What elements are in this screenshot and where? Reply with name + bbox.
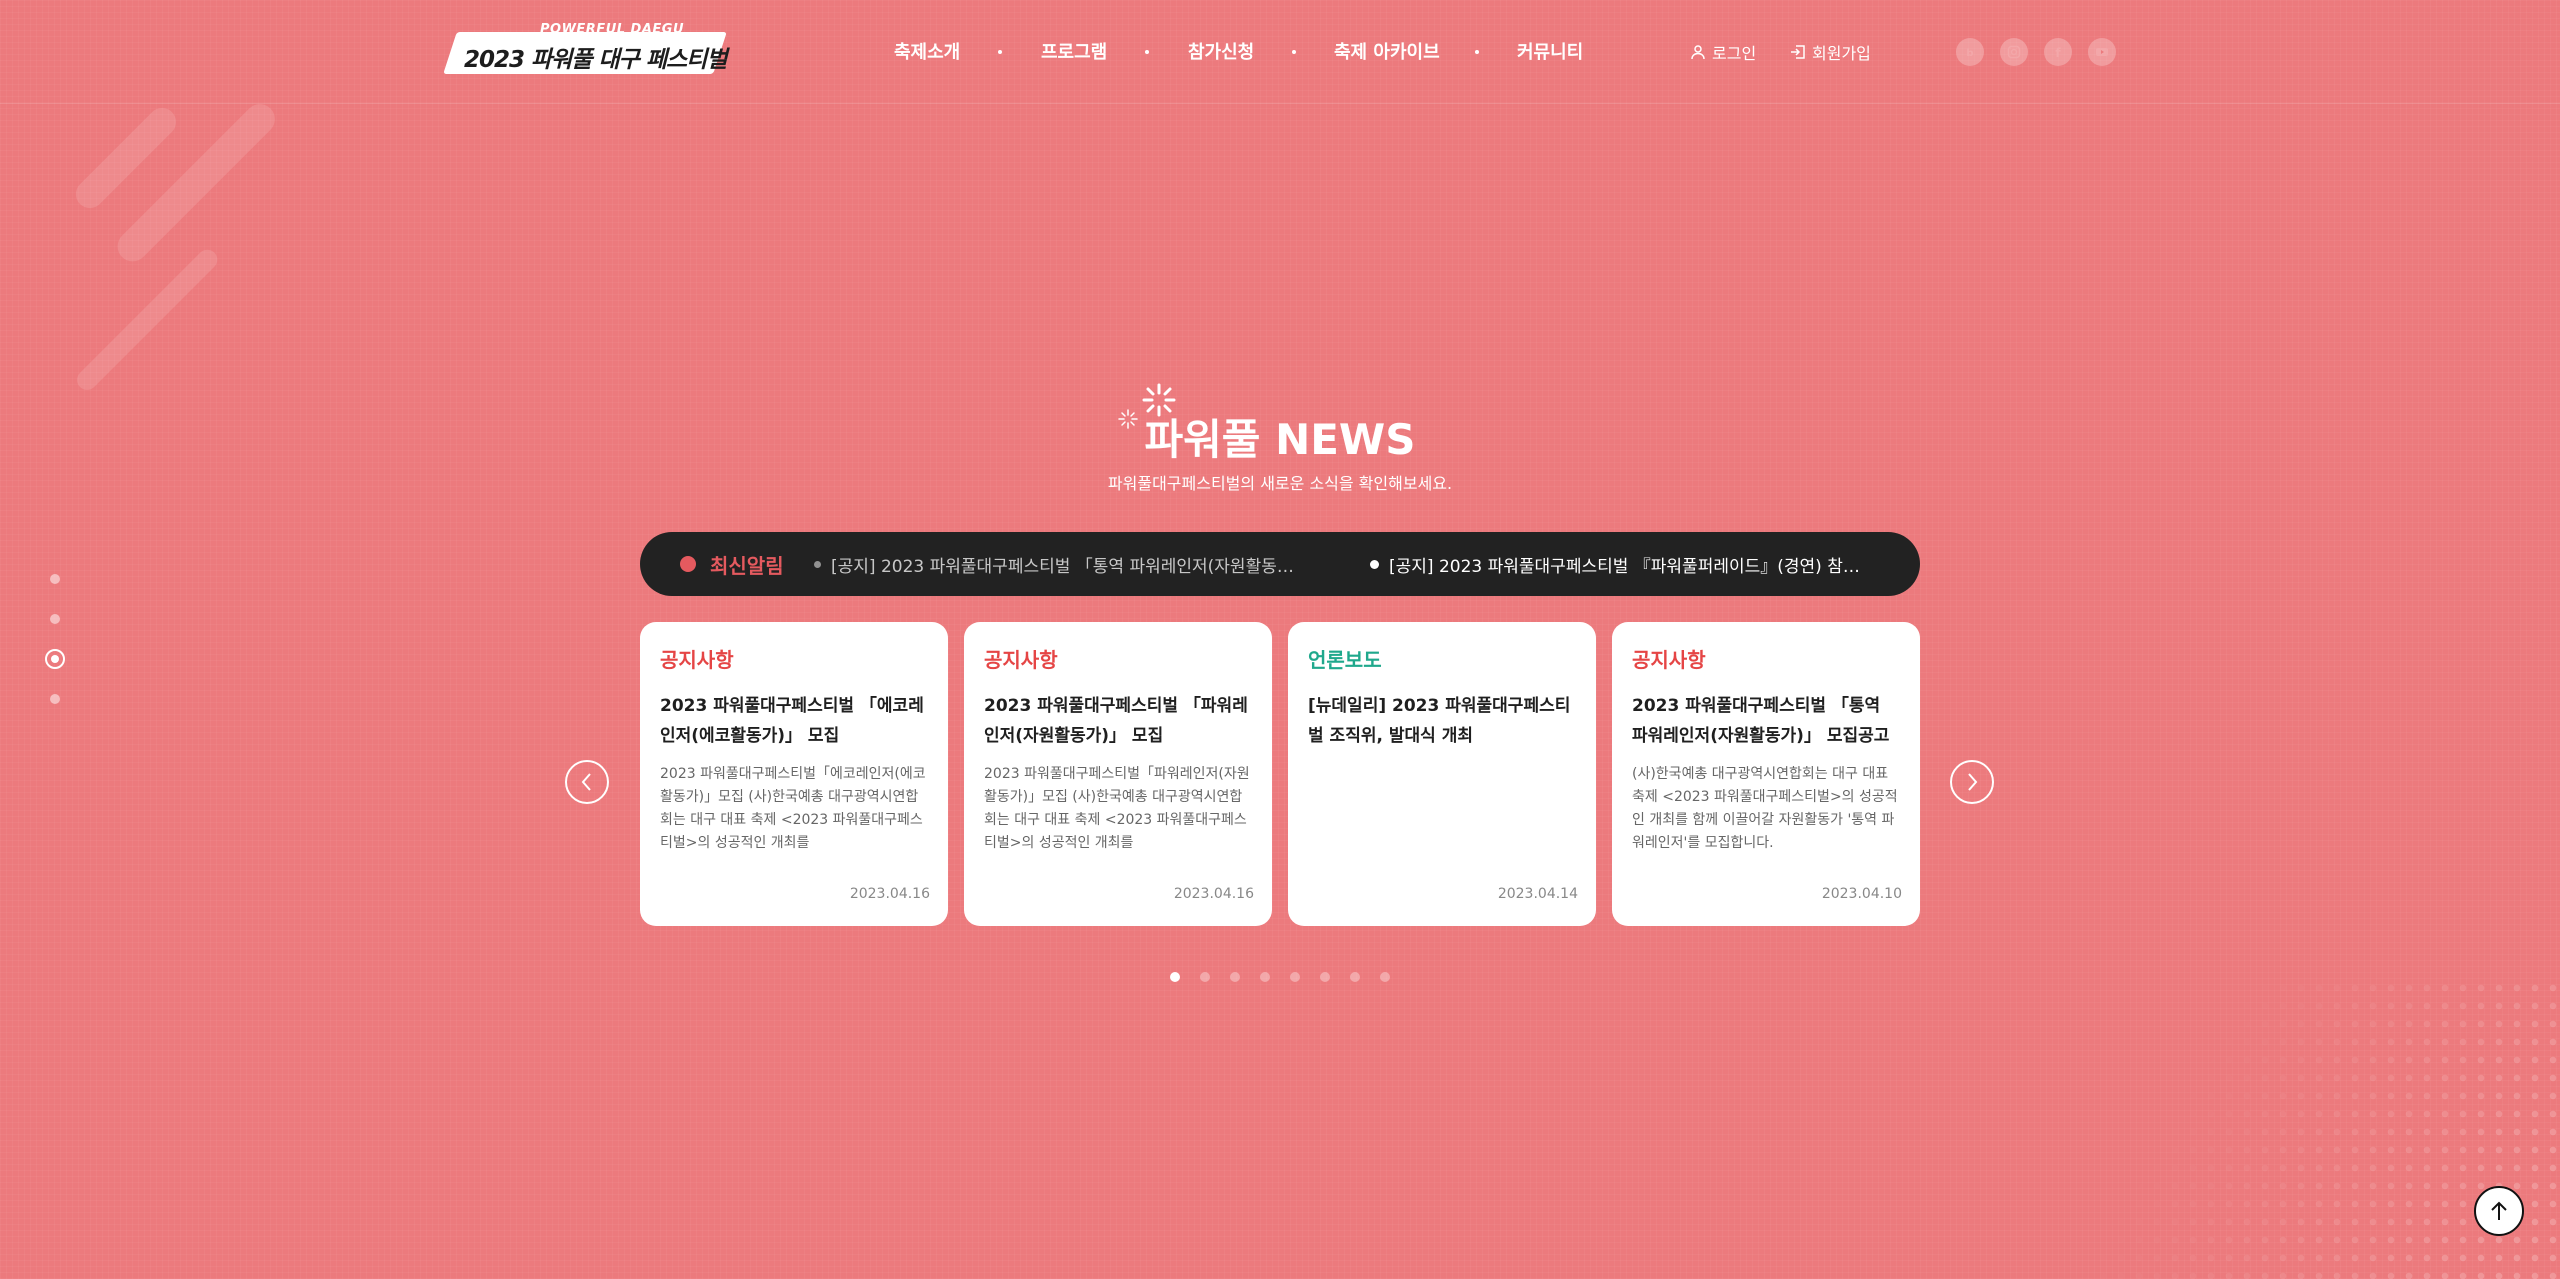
section-title-light: 파워풀 xyxy=(1144,415,1276,464)
nav-separator xyxy=(1292,50,1296,54)
section-nav-dot[interactable] xyxy=(50,614,60,624)
section-nav-dot[interactable] xyxy=(50,694,60,704)
section-subtitle: 파워풀대구페스티벌의 새로운 소식을 확인해보세요. xyxy=(1107,474,1453,493)
ticker-item-text: [공지] 2023 파워풀대구페스티벌 『파워풀퍼레이드』(경연) 참가팀 추가… xyxy=(1389,557,1870,577)
news-card-date: 2023.04.16 xyxy=(1173,886,1254,902)
latest-news-ticker: 최신알림 [공지] 2023 파워풀대구페스티벌 「통역 파워레인저(자원활동가… xyxy=(640,532,1920,596)
site-header: POWERFUL DAEGU FESTIVAL 2023 파워풀 대구 페스티벌… xyxy=(0,0,2560,104)
decorative-slash xyxy=(111,97,282,268)
news-card-category: 공지사항 xyxy=(660,648,734,672)
prev-slide-button[interactable] xyxy=(565,760,609,804)
ticker-item[interactable]: [공지] 2023 파워풀대구페스티벌 『파워풀퍼레이드』(경연) 참가팀 추가… xyxy=(1370,552,1870,577)
logo-title: 2023 파워풀 대구 페스티벌 xyxy=(464,47,727,73)
news-card[interactable]: 언론보도 [뉴데일리] 2023 파워풀대구페스티벌 조직위, 발대식 개최 2… xyxy=(1288,622,1596,926)
news-card-description: 2023 파워풀대구페스티벌「에코레인저(에코활동가)」모집 (사)한국예총 대… xyxy=(660,766,926,851)
instagram-link[interactable] xyxy=(2000,38,2028,66)
blog-link[interactable]: b xyxy=(1956,38,1984,66)
slide-pagination-dot[interactable] xyxy=(1380,972,1390,982)
facebook-link[interactable]: f xyxy=(2044,38,2072,66)
facebook-icon: f xyxy=(2055,46,2061,59)
blog-icon: b xyxy=(1966,48,1973,59)
nav-separator xyxy=(1475,50,1479,54)
instagram-icon xyxy=(2007,45,2021,59)
nav-separator xyxy=(998,50,1002,54)
news-card-date: 2023.04.16 xyxy=(849,886,930,902)
nav-separator xyxy=(1145,50,1149,54)
scroll-to-top-button[interactable] xyxy=(2474,1186,2524,1236)
chevron-right-icon xyxy=(1968,773,1978,791)
nav-item-apply[interactable]: 참가신청 xyxy=(1188,38,1254,64)
slide-pagination-dot[interactable] xyxy=(1350,972,1360,982)
news-card-title: [뉴데일리] 2023 파워풀대구페스티벌 조직위, 발대식 개최 xyxy=(1308,696,1571,746)
slide-pagination-dot[interactable] xyxy=(1230,972,1240,982)
youtube-link[interactable] xyxy=(2088,38,2116,66)
section-nav-dot-active[interactable] xyxy=(45,649,65,669)
slide-pagination-dot[interactable] xyxy=(1200,972,1210,982)
news-card-category: 공지사항 xyxy=(1632,648,1706,672)
login-label: 로그인 xyxy=(1712,44,1757,63)
signup-icon xyxy=(1791,45,1805,59)
slide-pagination-dot[interactable] xyxy=(1320,972,1330,982)
section-nav-dot[interactable] xyxy=(50,574,60,584)
decorative-dot-field xyxy=(2040,979,2560,1279)
news-card-date: 2023.04.10 xyxy=(1821,886,1902,902)
news-card[interactable]: 공지사항 2023 파워풀대구페스티벌 「에코레인저(에코활동가)」 모집 20… xyxy=(640,622,948,926)
svg-text:f: f xyxy=(2055,46,2061,59)
youtube-icon xyxy=(2096,48,2108,56)
news-card-title: 2023 파워풀대구페스티벌 「통역 파워레인저(자원활동가)」 모집공고 xyxy=(1632,696,1890,746)
news-card-category: 언론보도 xyxy=(1308,648,1382,672)
news-card-description xyxy=(1308,763,1576,855)
ticker-label: 최신알림 xyxy=(710,554,784,578)
section-title-bold: NEWS xyxy=(1275,415,1416,464)
section-title: 파워풀 NEWS xyxy=(0,406,2560,467)
arrow-up-icon xyxy=(2491,1201,2507,1220)
bullet-icon xyxy=(814,561,821,568)
news-card-title: 2023 파워풀대구페스티벌 「파워레인저(자원활동가)」 모집 xyxy=(984,696,1248,746)
login-link[interactable]: 로그인 xyxy=(1690,40,1756,64)
ticker-indicator-dot xyxy=(680,556,696,572)
svg-text:b: b xyxy=(1966,48,1973,59)
nav-item-program[interactable]: 프로그램 xyxy=(1041,38,1107,64)
ticker-item-text: [공지] 2023 파워풀대구페스티벌 「통역 파워레인저(자원활동가)」 모집… xyxy=(831,557,1304,577)
news-card-description: 2023 파워풀대구페스티벌「파워레인저(자원활동가)」모집 (사)한국예총 대… xyxy=(984,766,1250,851)
nav-item-archive[interactable]: 축제 아카이브 xyxy=(1334,38,1440,64)
news-card-title: 2023 파워풀대구페스티벌 「에코레인저(에코활동가)」 모집 xyxy=(660,696,924,746)
news-card-category: 공지사항 xyxy=(984,648,1058,672)
slide-pagination-dot[interactable] xyxy=(1170,972,1180,982)
slide-pagination-dot[interactable] xyxy=(1260,972,1270,982)
news-card-description: (사)한국예총 대구광역시연합회는 대구 대표 축제 <2023 파워풀대구페스… xyxy=(1632,766,1898,851)
decorative-slash xyxy=(72,245,222,395)
signup-link[interactable]: 회원가입 xyxy=(1790,40,1871,64)
ticker-item[interactable]: [공지] 2023 파워풀대구페스티벌 「통역 파워레인저(자원활동가)」 모집… xyxy=(814,552,1304,577)
nav-item-festival-intro[interactable]: 축제소개 xyxy=(894,38,960,64)
chevron-left-icon xyxy=(581,773,591,791)
signup-label: 회원가입 xyxy=(1812,44,1871,63)
news-card-date: 2023.04.14 xyxy=(1497,886,1578,902)
news-card[interactable]: 공지사항 2023 파워풀대구페스티벌 「파워레인저(자원활동가)」 모집 20… xyxy=(964,622,1272,926)
slide-pagination-dot[interactable] xyxy=(1290,972,1300,982)
news-card[interactable]: 공지사항 2023 파워풀대구페스티벌 「통역 파워레인저(자원활동가)」 모집… xyxy=(1612,622,1920,926)
user-icon xyxy=(1691,45,1705,60)
nav-item-community[interactable]: 커뮤니티 xyxy=(1517,38,1583,64)
bullet-icon xyxy=(1370,560,1379,569)
site-logo[interactable]: POWERFUL DAEGU FESTIVAL 2023 파워풀 대구 페스티벌 xyxy=(443,22,728,78)
next-slide-button[interactable] xyxy=(1950,760,1994,804)
